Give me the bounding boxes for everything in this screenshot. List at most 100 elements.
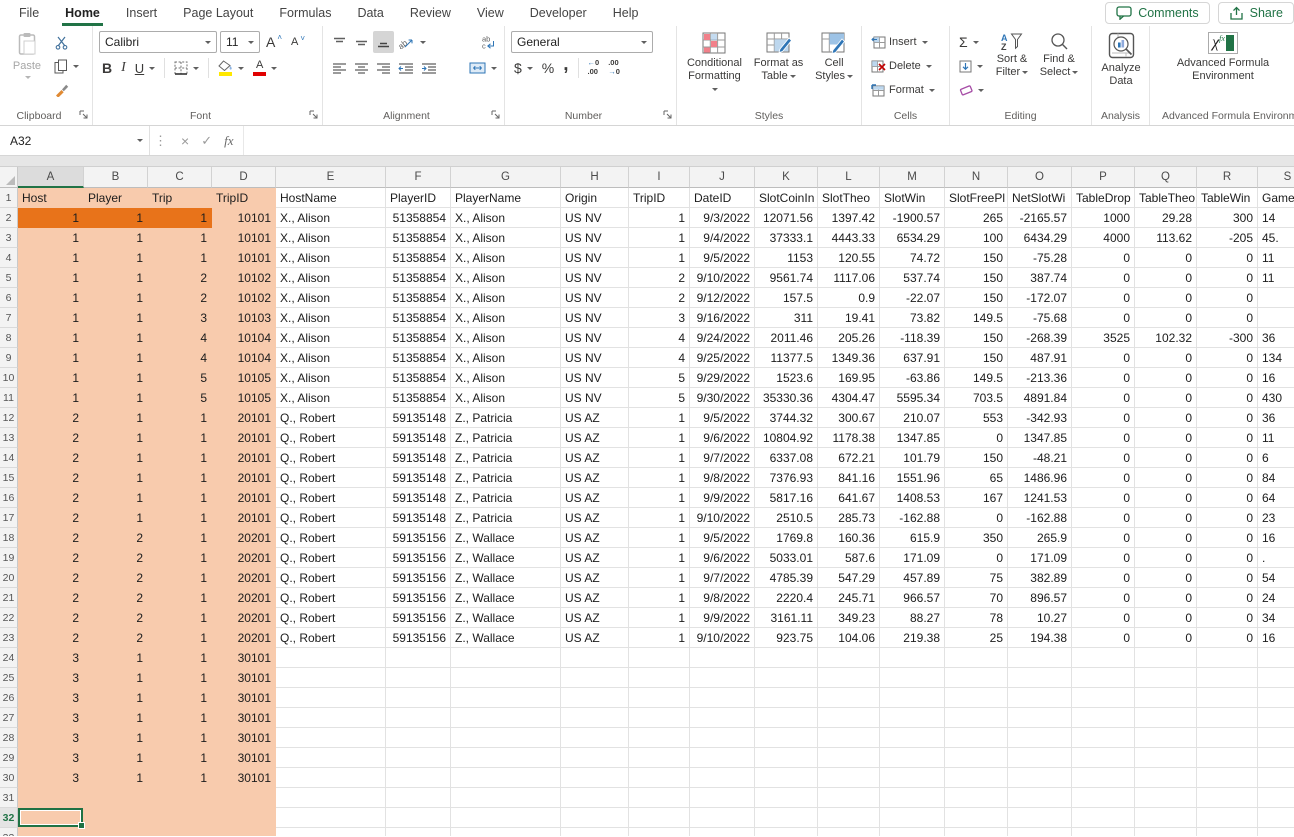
decrease-font-button[interactable]: A˅ [288, 31, 308, 53]
row-header-26[interactable]: 26 [0, 688, 18, 708]
cell-C6[interactable]: 2 [148, 288, 212, 308]
cell-C20[interactable]: 1 [148, 568, 212, 588]
cell-P20[interactable]: 0 [1072, 568, 1135, 588]
cell-Q30[interactable] [1135, 768, 1197, 788]
cell-D19[interactable]: 20201 [212, 548, 276, 568]
top-align-button[interactable] [329, 31, 350, 53]
cell-H32[interactable] [561, 808, 629, 828]
cell-P25[interactable] [1072, 668, 1135, 688]
cell-B27[interactable]: 1 [84, 708, 148, 728]
cell-L26[interactable] [818, 688, 880, 708]
cell-H31[interactable] [561, 788, 629, 808]
cell-A8[interactable]: 1 [18, 328, 84, 348]
cell-R21[interactable]: 0 [1197, 588, 1258, 608]
format-cells-button[interactable]: Format [868, 79, 945, 101]
cell-L1[interactable]: SlotTheo [818, 188, 880, 208]
cancel-formula-icon[interactable]: × [181, 133, 189, 149]
row-header-6[interactable]: 6 [0, 288, 18, 308]
cell-P15[interactable]: 0 [1072, 468, 1135, 488]
cell-A15[interactable]: 2 [18, 468, 84, 488]
cell-Q25[interactable] [1135, 668, 1197, 688]
cell-H8[interactable]: US NV [561, 328, 629, 348]
cell-M3[interactable]: 6534.29 [880, 228, 945, 248]
cell-M8[interactable]: -118.39 [880, 328, 945, 348]
cell-C13[interactable]: 1 [148, 428, 212, 448]
row-header-19[interactable]: 19 [0, 548, 18, 568]
cell-F13[interactable]: 59135148 [386, 428, 451, 448]
cell-J24[interactable] [690, 648, 755, 668]
cell-N12[interactable]: 553 [945, 408, 1008, 428]
cell-L20[interactable]: 547.29 [818, 568, 880, 588]
cell-M13[interactable]: 1347.85 [880, 428, 945, 448]
cell-K27[interactable] [755, 708, 818, 728]
cell-K7[interactable]: 311 [755, 308, 818, 328]
col-header-S[interactable]: S [1258, 167, 1294, 188]
cell-G13[interactable]: Z., Patricia [451, 428, 561, 448]
cell-M21[interactable]: 966.57 [880, 588, 945, 608]
row-header-2[interactable]: 2 [0, 208, 18, 228]
col-header-O[interactable]: O [1008, 167, 1072, 188]
cell-M30[interactable] [880, 768, 945, 788]
col-header-L[interactable]: L [818, 167, 880, 188]
cell-S31[interactable] [1258, 788, 1294, 808]
cell-R24[interactable] [1197, 648, 1258, 668]
cell-E3[interactable]: X., Alison [276, 228, 386, 248]
cell-B20[interactable]: 2 [84, 568, 148, 588]
cell-Q11[interactable]: 0 [1135, 388, 1197, 408]
cell-A14[interactable]: 2 [18, 448, 84, 468]
cell-K24[interactable] [755, 648, 818, 668]
cell-H16[interactable]: US AZ [561, 488, 629, 508]
copy-button[interactable] [51, 55, 82, 77]
cell-O18[interactable]: 265.9 [1008, 528, 1072, 548]
cell-M29[interactable] [880, 748, 945, 768]
cell-I27[interactable] [629, 708, 690, 728]
cell-E16[interactable]: Q., Robert [276, 488, 386, 508]
cell-R29[interactable] [1197, 748, 1258, 768]
cell-L32[interactable] [818, 808, 880, 828]
cell-A32[interactable] [18, 808, 84, 828]
cell-L18[interactable]: 160.36 [818, 528, 880, 548]
cell-J2[interactable]: 9/3/2022 [690, 208, 755, 228]
cell-A11[interactable]: 1 [18, 388, 84, 408]
cell-Q29[interactable] [1135, 748, 1197, 768]
cell-R4[interactable]: 0 [1197, 248, 1258, 268]
row-header-14[interactable]: 14 [0, 448, 18, 468]
cell-B15[interactable]: 1 [84, 468, 148, 488]
row-header-12[interactable]: 12 [0, 408, 18, 428]
cell-O10[interactable]: -213.36 [1008, 368, 1072, 388]
cell-K30[interactable] [755, 768, 818, 788]
cell-K26[interactable] [755, 688, 818, 708]
cell-N9[interactable]: 150 [945, 348, 1008, 368]
cell-P17[interactable]: 0 [1072, 508, 1135, 528]
cell-L24[interactable] [818, 648, 880, 668]
cell-E13[interactable]: Q., Robert [276, 428, 386, 448]
cell-P29[interactable] [1072, 748, 1135, 768]
cell-C1[interactable]: Trip [148, 188, 212, 208]
cell-H5[interactable]: US NV [561, 268, 629, 288]
cell-B30[interactable]: 1 [84, 768, 148, 788]
cell-C19[interactable]: 1 [148, 548, 212, 568]
cell-C14[interactable]: 1 [148, 448, 212, 468]
col-header-K[interactable]: K [755, 167, 818, 188]
cell-A3[interactable]: 1 [18, 228, 84, 248]
fill-button[interactable] [956, 55, 987, 77]
cell-G33[interactable] [451, 828, 561, 836]
cell-H24[interactable] [561, 648, 629, 668]
cell-B1[interactable]: Player [84, 188, 148, 208]
cell-F4[interactable]: 51358854 [386, 248, 451, 268]
cell-R23[interactable]: 0 [1197, 628, 1258, 648]
cell-I8[interactable]: 4 [629, 328, 690, 348]
cell-R27[interactable] [1197, 708, 1258, 728]
cell-O27[interactable] [1008, 708, 1072, 728]
cell-J31[interactable] [690, 788, 755, 808]
cell-B25[interactable]: 1 [84, 668, 148, 688]
cell-D25[interactable]: 30101 [212, 668, 276, 688]
cell-G25[interactable] [451, 668, 561, 688]
cell-F12[interactable]: 59135148 [386, 408, 451, 428]
comma-style-button[interactable]: , [560, 57, 571, 79]
cell-P27[interactable] [1072, 708, 1135, 728]
cell-K18[interactable]: 1769.8 [755, 528, 818, 548]
fill-color-button[interactable] [215, 57, 247, 79]
cell-C24[interactable]: 1 [148, 648, 212, 668]
cell-I6[interactable]: 2 [629, 288, 690, 308]
